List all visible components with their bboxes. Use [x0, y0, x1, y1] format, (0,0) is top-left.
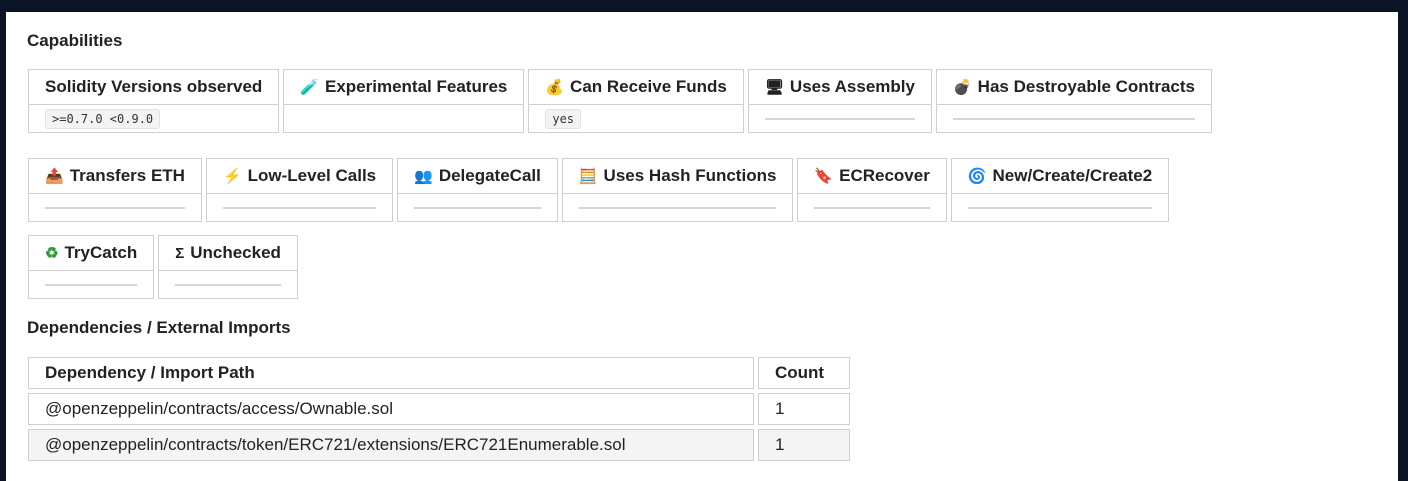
capabilities-table-2: 📤 Transfers ETH ⚡ Low-Level Calls 👥 Delegat… [24, 158, 1173, 222]
header-label: Unchecked [190, 243, 281, 262]
dependencies-table: Dependency / Import Path Count @openzepp… [24, 353, 854, 465]
header-can-receive-funds: 💰 Can Receive Funds [528, 69, 744, 105]
header-hash-functions: 🧮 Uses Hash Functions [561, 158, 794, 194]
value-experimental-features [283, 105, 525, 133]
dependency-path: @openzeppelin/contracts/access/Ownable.s… [28, 393, 754, 425]
capabilities-title: Capabilities [27, 31, 123, 50]
outbox-tray-icon: 📤 [45, 168, 64, 185]
lightning-icon: ⚡ [222, 168, 242, 185]
value-unchecked [158, 271, 298, 299]
cyclone-icon: 🌀 [967, 168, 987, 185]
money-bag-icon: 💰 [545, 79, 565, 96]
empty-marker [45, 283, 138, 286]
value-can-receive-funds: yes [528, 105, 744, 133]
version-code: >=0.7.0 <0.9.0 [45, 108, 161, 129]
header-experimental-features: 🧪 Experimental Features [283, 69, 525, 105]
header-label: DelegateCall [438, 166, 541, 185]
header-label: Solidity Versions observed [45, 77, 263, 96]
header-ecrecover: 🔖 ECRecover [797, 158, 947, 194]
header-label: ECRecover [839, 166, 930, 185]
value-trycatch [28, 271, 155, 299]
header-transfers-eth: 📤 Transfers ETH [28, 158, 202, 194]
header-label: TryCatch [64, 243, 138, 262]
header-destroyable-contracts: 💣 Has Destroyable Contracts [935, 69, 1212, 105]
header-unchecked: Σ Unchecked [158, 235, 298, 271]
header-label: Uses Hash Functions [603, 166, 777, 185]
yes-code: yes [545, 108, 582, 129]
header-label: Has Destroyable Contracts [977, 77, 1195, 96]
column-header-path: Dependency / Import Path [28, 357, 754, 389]
empty-marker [814, 206, 930, 209]
value-ecrecover [797, 194, 947, 222]
sigma-icon: Σ [175, 245, 185, 262]
empty-marker [967, 206, 1153, 209]
empty-marker [414, 206, 541, 209]
table-row: @openzeppelin/contracts/token/ERC721/ext… [28, 429, 850, 461]
table-row: @openzeppelin/contracts/access/Ownable.s… [28, 393, 850, 425]
empty-marker [764, 117, 915, 120]
header-delegatecall: 👥 DelegateCall [397, 158, 558, 194]
value-hash-functions [561, 194, 794, 222]
header-uses-assembly: 🖥 Uses Assembly [747, 69, 932, 105]
empty-marker [578, 206, 777, 209]
header-solidity-versions: Solidity Versions observed [28, 69, 280, 105]
tag-icon: 🔖 [814, 168, 834, 185]
value-solidity-versions: >=0.7.0 <0.9.0 [28, 105, 280, 133]
empty-marker [175, 283, 281, 286]
header-trycatch: ♻ TryCatch [28, 235, 155, 271]
desktop-computer-icon: 🖥 [764, 79, 784, 96]
dependency-count: 1 [758, 429, 850, 461]
capabilities-table-1: Solidity Versions observed 🧪 Experimental… [24, 69, 1216, 133]
dependency-path: @openzeppelin/contracts/token/ERC721/ext… [28, 429, 754, 461]
header-label: Uses Assembly [789, 77, 915, 96]
test-tube-icon: 🧪 [300, 79, 319, 96]
table-header-row: Dependency / Import Path Count [28, 357, 850, 389]
recycle-icon: ♻ [45, 245, 59, 262]
capabilities-panel: Capabilities Solidity Versions observed … [6, 12, 1398, 481]
empty-marker [952, 117, 1195, 120]
abacus-icon: 🧮 [578, 168, 598, 185]
column-header-count: Count [758, 357, 850, 389]
dependencies-title: Dependencies / External Imports [27, 318, 291, 337]
header-low-level-calls: ⚡ Low-Level Calls [205, 158, 394, 194]
value-transfers-eth [28, 194, 202, 222]
bomb-icon: 💣 [952, 79, 972, 96]
dependency-count: 1 [758, 393, 850, 425]
header-label: Experimental Features [325, 77, 508, 96]
value-uses-assembly [747, 105, 932, 133]
empty-marker [222, 206, 377, 209]
header-label: Transfers ETH [69, 166, 185, 185]
empty-marker [45, 206, 185, 209]
header-label: New/Create/Create2 [992, 166, 1153, 185]
value-low-level-calls [205, 194, 394, 222]
value-destroyable-contracts [935, 105, 1212, 133]
header-label: Can Receive Funds [570, 77, 727, 96]
value-new-create [950, 194, 1170, 222]
header-label: Low-Level Calls [247, 166, 377, 185]
people-icon: 👥 [414, 168, 433, 185]
capabilities-table-3: ♻ TryCatch Σ Unchecked [24, 235, 302, 299]
header-new-create: 🌀 New/Create/Create2 [950, 158, 1170, 194]
value-delegatecall [397, 194, 558, 222]
